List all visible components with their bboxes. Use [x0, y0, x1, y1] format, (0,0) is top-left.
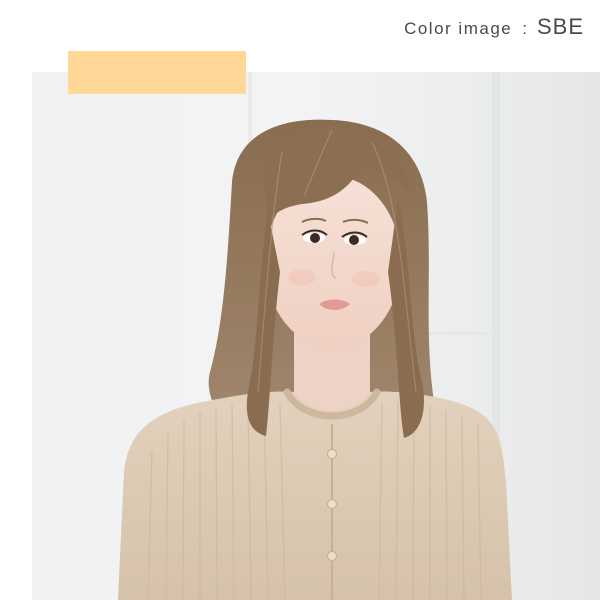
caption-separator: :	[522, 19, 527, 38]
color-swatch	[68, 51, 246, 94]
model-illustration	[32, 72, 600, 600]
product-photo	[32, 72, 600, 600]
color-code: SBE	[536, 14, 584, 39]
color-caption: Color image : SBE	[404, 14, 584, 40]
sweater	[118, 391, 512, 600]
caption-label: Color image	[404, 19, 513, 38]
